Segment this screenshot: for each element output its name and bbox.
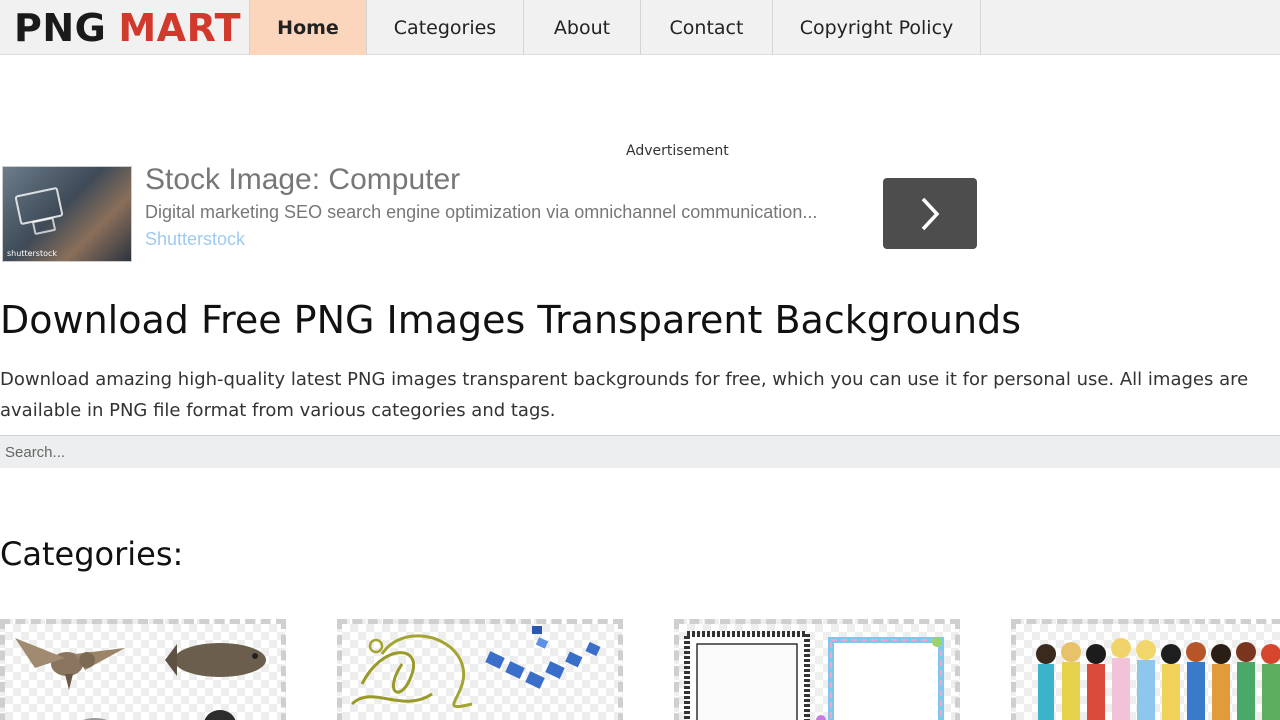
search-input[interactable] bbox=[0, 435, 1280, 468]
device-graphic bbox=[31, 216, 57, 236]
nav-about[interactable]: About bbox=[524, 0, 641, 55]
cartoons-thumbnail bbox=[1036, 638, 1280, 720]
ad-description[interactable]: Digital marketing SEO search engine opti… bbox=[145, 202, 817, 223]
ad-next-button[interactable] bbox=[883, 178, 977, 249]
intro-text: Download amazing high-quality latest PNG… bbox=[0, 369, 1249, 421]
chevron-right-icon bbox=[921, 197, 940, 230]
ad-thumbnail-image[interactable]: shutterstock bbox=[2, 166, 132, 262]
nav-home[interactable]: Home bbox=[249, 0, 367, 55]
ad-title[interactable]: Stock Image: Computer bbox=[145, 163, 460, 197]
logo-text-mart: MART bbox=[118, 5, 242, 50]
frames-category-card[interactable] bbox=[674, 619, 960, 720]
ad-source[interactable]: Shutterstock bbox=[145, 229, 245, 250]
main-nav: Home Categories About Contact Copyright … bbox=[249, 0, 981, 55]
frames-thumbnail bbox=[684, 631, 944, 720]
cartoons-category-card[interactable] bbox=[1011, 619, 1280, 720]
decorative-thumbnail bbox=[350, 626, 601, 709]
nav-copyright-policy[interactable]: Copyright Policy bbox=[773, 0, 981, 55]
categories-heading: Categories: bbox=[0, 535, 184, 573]
animals-thumbnail bbox=[15, 638, 266, 720]
site-logo[interactable]: PNG MART bbox=[0, 0, 249, 55]
decorative-category-card[interactable] bbox=[337, 619, 623, 720]
thumbnail-watermark: shutterstock bbox=[7, 249, 58, 258]
ad-label: Advertisement bbox=[626, 143, 729, 159]
site-header: PNG MART Home Categories About Contact C… bbox=[0, 0, 1280, 55]
animals-category-card[interactable] bbox=[0, 619, 286, 720]
logo-text-png: PNG bbox=[14, 5, 107, 50]
nav-categories[interactable]: Categories bbox=[367, 0, 524, 55]
page-title: Download Free PNG Images Transparent Bac… bbox=[0, 298, 1021, 342]
nav-contact[interactable]: Contact bbox=[641, 0, 773, 55]
